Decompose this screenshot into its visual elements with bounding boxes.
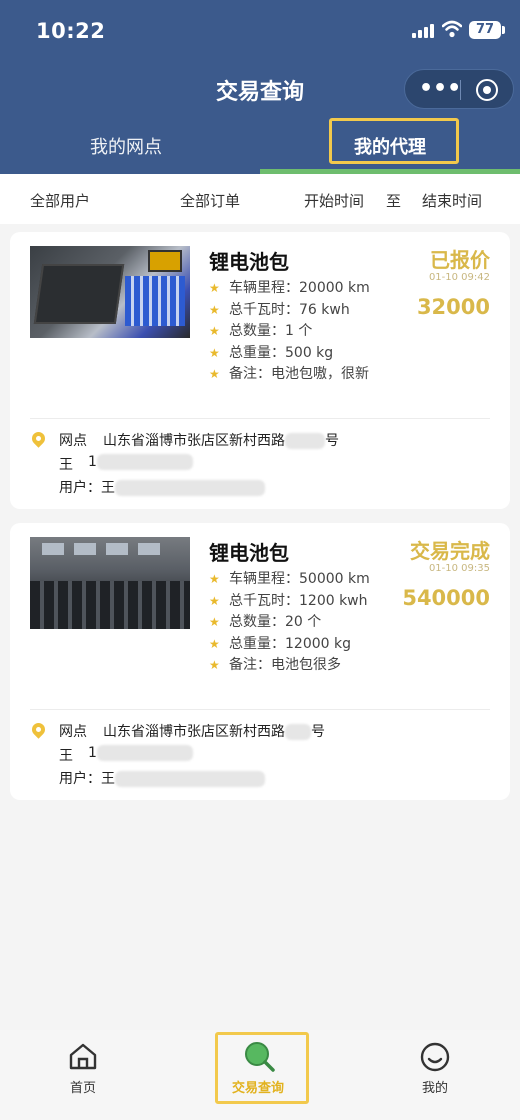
battery-icon: 77 — [469, 21, 501, 39]
contact-name: 王 — [59, 457, 73, 473]
spec-mileage: ★ 车辆里程：50000 km — [209, 569, 370, 591]
close-target-icon[interactable] — [476, 79, 498, 101]
spec-list: ★ 车辆里程：50000 km ★ 总千瓦时：1200 kwh ★ 总数量：20 个 … — [209, 569, 370, 677]
status-bar: 10:22 77 — [0, 0, 520, 62]
filter-start-time[interactable]: 开始时间 — [304, 190, 364, 211]
star-icon: ★ — [209, 615, 220, 630]
battery-cap — [502, 26, 505, 34]
user-info: 用户：王 — [59, 768, 265, 788]
capsule-divider — [460, 80, 461, 100]
contact-phone: 1 — [88, 745, 193, 761]
card-divider — [30, 709, 490, 710]
card-divider — [30, 418, 490, 419]
star-icon: ★ — [209, 324, 220, 339]
star-icon: ★ — [209, 345, 220, 360]
tab-my-outlets[interactable]: 我的网点 — [90, 133, 162, 159]
order-date: 01-10 09:42 — [428, 272, 490, 283]
order-title: 锂电池包 — [209, 541, 289, 565]
spec-kwh: ★ 总千瓦时：76 kwh — [209, 300, 370, 322]
tab-highlight-box — [329, 118, 459, 164]
spec-mileage: ★ 车辆里程：20000 km — [209, 278, 370, 300]
order-date: 01-10 09:35 — [428, 563, 490, 574]
nav-highlight-box — [215, 1032, 309, 1104]
outlet-label: 网点 — [59, 433, 87, 449]
outlet-label: 网点 — [59, 724, 87, 740]
battery-pack-image — [30, 246, 190, 338]
star-icon: ★ — [209, 636, 220, 651]
filter-end-time[interactable]: 结束时间 — [422, 190, 482, 211]
spec-weight: ★ 总重量：500 kg — [209, 343, 370, 365]
signal-icon — [412, 24, 436, 38]
outlet-address: 山东省淄博市张店区新村西路号 — [103, 724, 325, 740]
order-title: 锂电池包 — [209, 250, 289, 274]
outlet-address: 山东省淄博市张店区新村西路号 — [103, 433, 339, 449]
location-pin-icon — [29, 720, 48, 739]
filter-all-orders[interactable]: 全部订单 — [180, 190, 240, 211]
nav-home-label: 首页 — [69, 1081, 96, 1096]
order-status: 交易完成 — [410, 539, 490, 563]
location-pin-icon — [29, 429, 48, 448]
spec-quantity: ★ 总数量：1 个 — [209, 321, 370, 343]
order-card[interactable]: 锂电池包 ★ 车辆里程：20000 km ★ 总千瓦时：76 kwh ★ 总数量：1 … — [10, 232, 510, 509]
contact-name: 王 — [59, 748, 73, 764]
spec-quantity: ★ 总数量：20 个 — [209, 612, 370, 634]
star-icon: ★ — [209, 593, 220, 608]
star-icon: ★ — [209, 572, 220, 586]
order-price: 32000 — [416, 295, 490, 319]
header: 10:22 77 交易查询 ••• 我的网点 我的代理 — [0, 0, 520, 174]
order-card[interactable]: 锂电池包 ★ 车辆里程：50000 km ★ 总千瓦时：1200 kwh ★ 总数量：… — [10, 523, 510, 800]
spec-weight: ★ 总重量：12000 kg — [209, 634, 370, 656]
nav-home[interactable]: 首页 — [33, 1030, 133, 1120]
spec-kwh: ★ 总千瓦时：1200 kwh — [209, 591, 370, 613]
order-price: 540000 — [402, 586, 490, 610]
star-icon: ★ — [209, 367, 220, 382]
spec-list: ★ 车辆里程：20000 km ★ 总千瓦时：76 kwh ★ 总数量：1 个 ★ 总重… — [209, 278, 370, 386]
mini-program-capsule: ••• — [404, 69, 514, 109]
wifi-icon — [442, 20, 462, 38]
star-icon: ★ — [209, 302, 220, 317]
battery-level: 77 — [475, 22, 495, 37]
contact-phone: 1 — [88, 454, 193, 470]
nav-mine[interactable]: 我的 — [385, 1030, 485, 1120]
filter-all-users[interactable]: 全部用户 — [30, 190, 90, 211]
nav-mine-label: 我的 — [421, 1081, 448, 1096]
spec-note: ★ 备注：电池包嗷，很新 — [209, 364, 370, 386]
more-icon[interactable]: ••• — [419, 78, 461, 100]
star-icon: ★ — [209, 658, 220, 673]
order-status: 已报价 — [430, 248, 490, 272]
filter-to-label: 至 — [386, 192, 402, 210]
battery-warehouse-image — [30, 537, 190, 629]
user-info: 用户：王 — [59, 477, 265, 497]
status-time: 10:22 — [36, 19, 106, 43]
smiley-icon — [420, 1042, 450, 1072]
home-icon — [69, 1043, 97, 1070]
filter-bar: 全部用户 全部订单 开始时间 至 结束时间 — [0, 174, 520, 224]
star-icon: ★ — [209, 281, 220, 295]
spec-note: ★ 备注：电池包很多 — [209, 655, 370, 677]
